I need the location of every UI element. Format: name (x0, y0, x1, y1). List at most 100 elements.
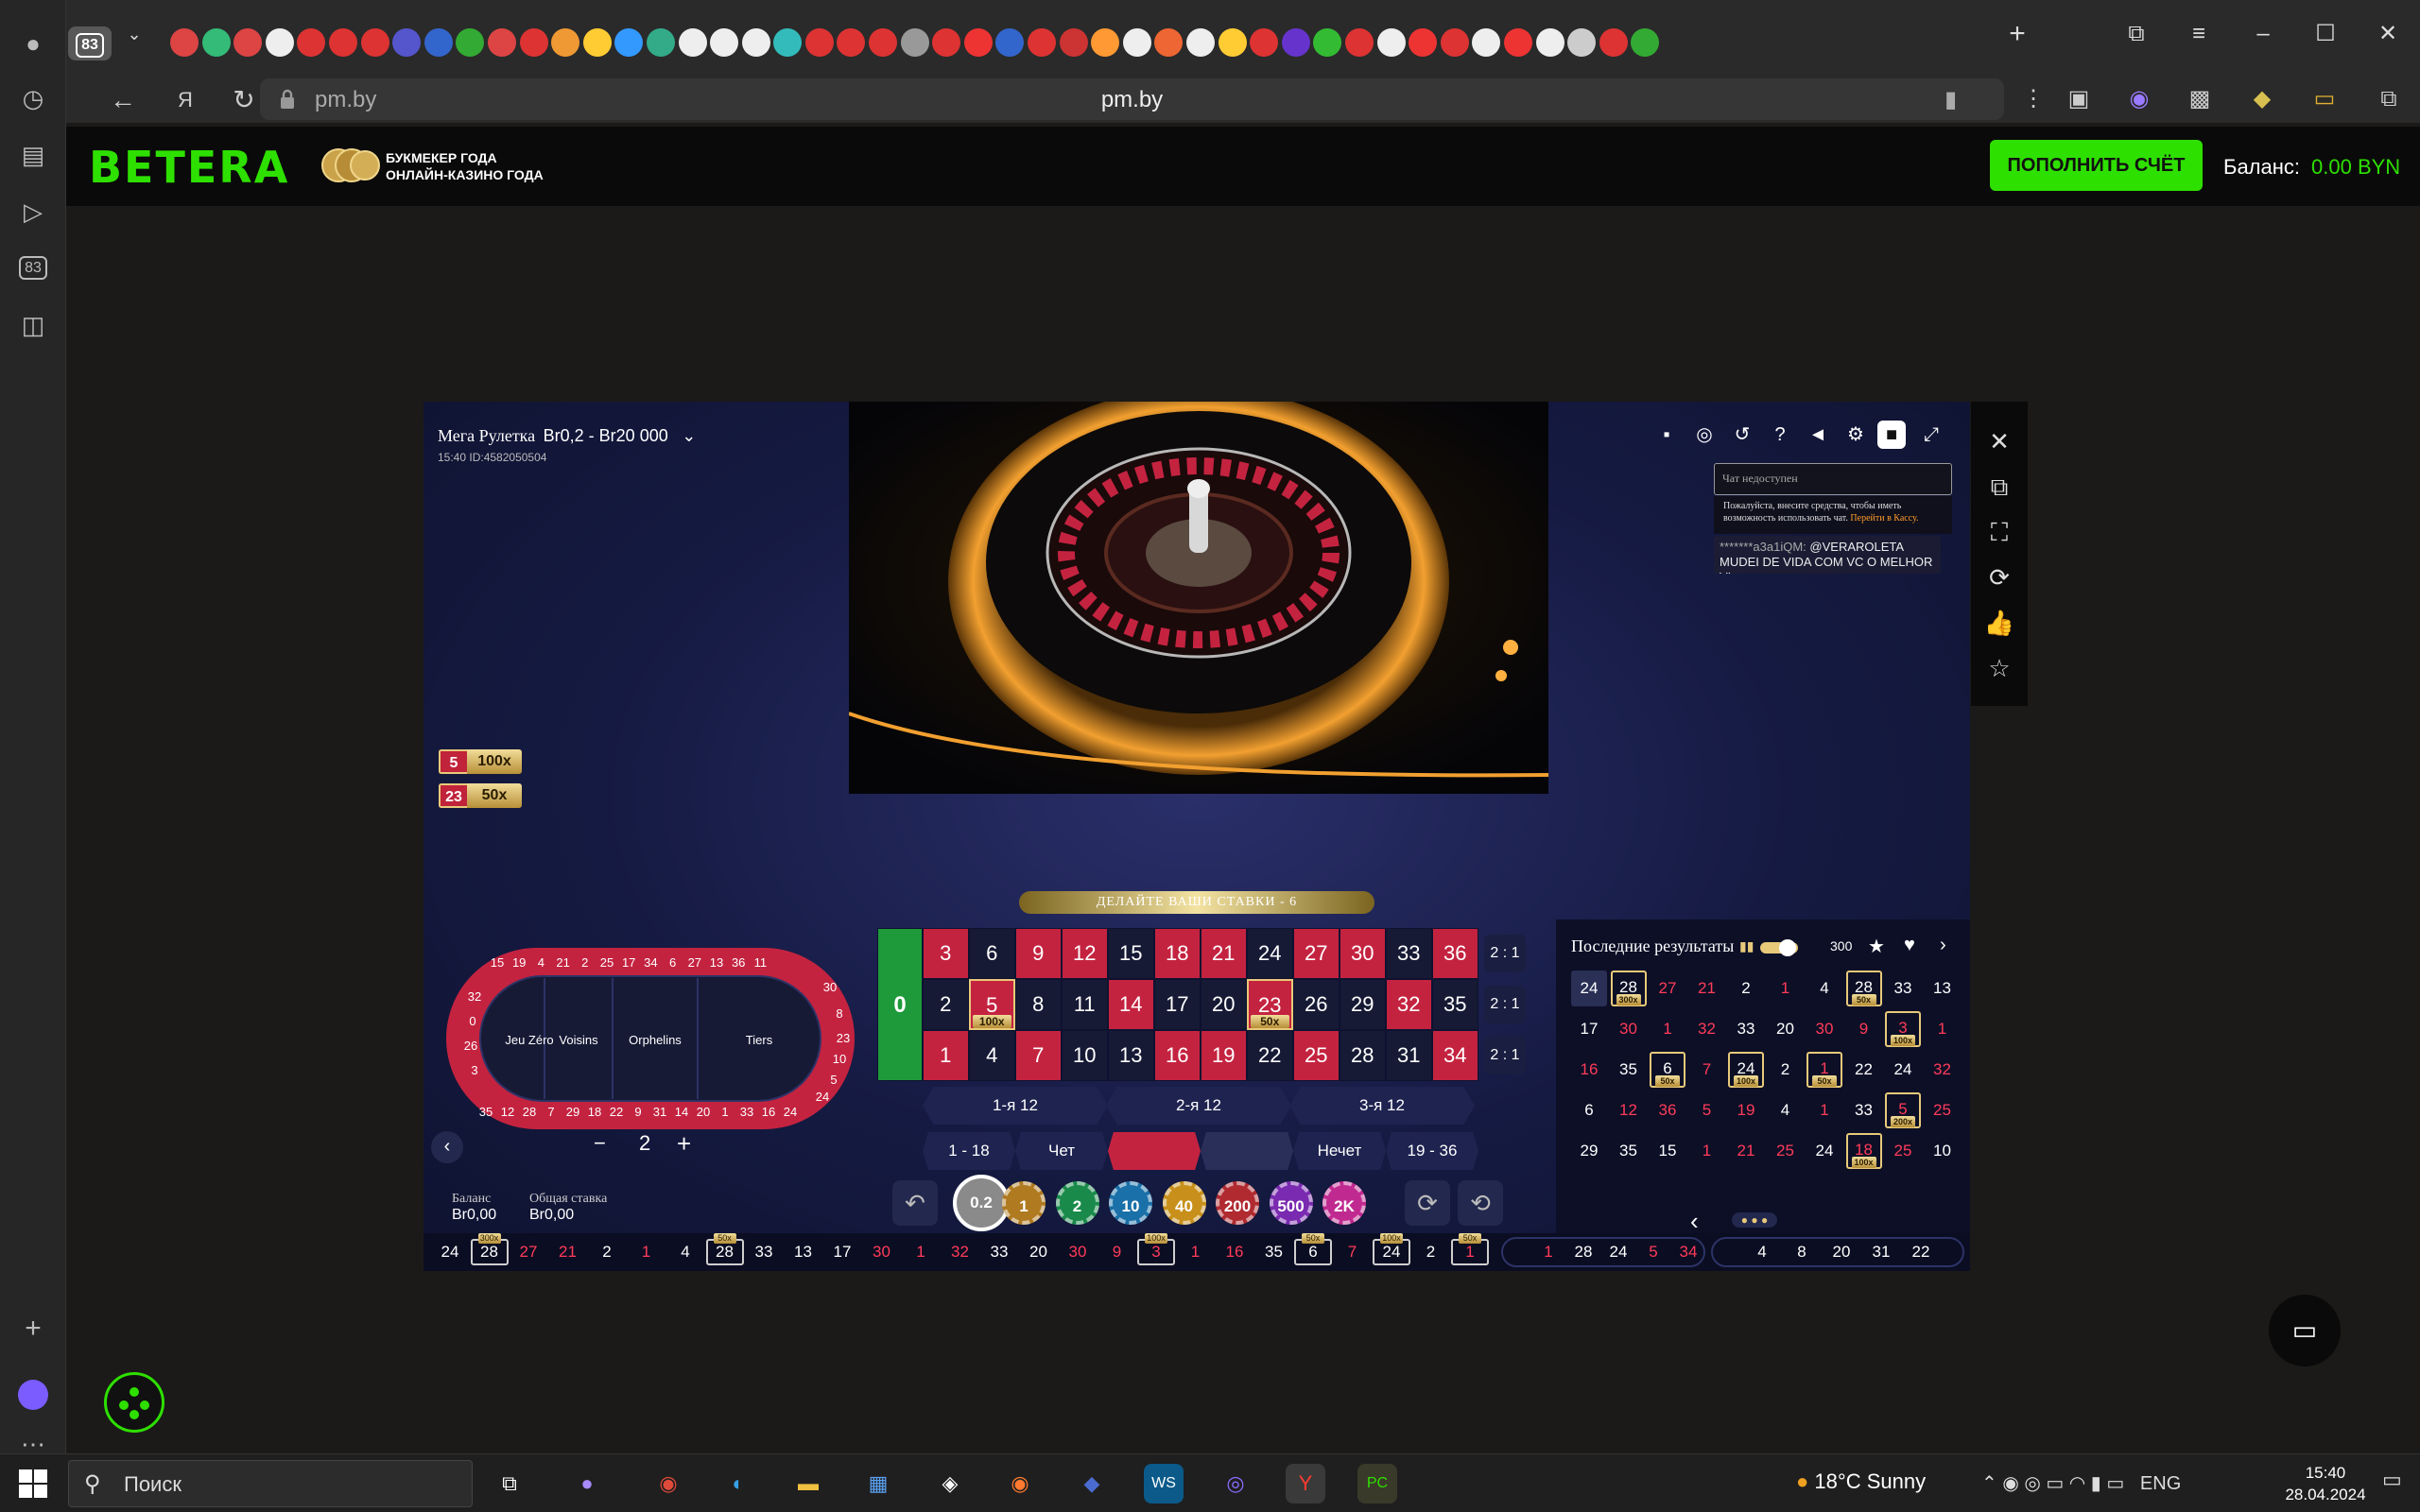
firefox-icon[interactable]: ◉ (1000, 1464, 1040, 1503)
pinned-tab-icon[interactable] (995, 28, 1025, 57)
racetrack-number[interactable]: 21 (556, 955, 569, 970)
even-bet[interactable]: Чет (1015, 1132, 1108, 1170)
store-icon[interactable]: ▦ (858, 1464, 898, 1503)
bet-cell-number[interactable]: 27 (1293, 928, 1340, 979)
racetrack-number[interactable]: 35 (479, 1105, 493, 1119)
red-bet[interactable] (1108, 1132, 1201, 1170)
racetrack-number[interactable]: 13 (710, 955, 723, 970)
extension-3-icon[interactable]: ▩ (2184, 83, 2216, 115)
like-icon[interactable]: 👍 (1980, 604, 2018, 642)
pinned-tab-icon[interactable] (487, 28, 516, 57)
racetrack-number[interactable]: 20 (697, 1105, 710, 1119)
pinned-tab-icon[interactable] (646, 28, 675, 57)
racetrack-number[interactable]: 14 (675, 1105, 688, 1119)
bet-cell-number[interactable]: 31 (1386, 1030, 1432, 1081)
weather[interactable]: ● 18°C Sunny (1796, 1469, 1926, 1494)
pinned-tab-icon[interactable] (900, 28, 929, 57)
new-tab-button[interactable]: + (1998, 15, 2036, 53)
cashier-link[interactable]: Перейти в Кассу. (1850, 513, 1918, 524)
refresh-icon[interactable]: ⟳ (1980, 558, 2018, 596)
bet-cell-zero[interactable]: 0 (877, 928, 923, 1081)
racetrack-number[interactable]: 3 (471, 1063, 477, 1077)
racetrack-number[interactable]: 2 (581, 955, 588, 970)
edge-icon[interactable]: ◐ (718, 1464, 758, 1503)
racetrack-number[interactable]: 32 (468, 989, 481, 1004)
pinned-tab-icon[interactable] (392, 28, 422, 57)
close-game-icon[interactable]: ✕ (1980, 422, 2018, 460)
bet-cell-number[interactable]: 33 (1386, 928, 1432, 979)
bet-cell-number[interactable]: 19 (1201, 1030, 1247, 1081)
bet-cell-number[interactable]: 26 (1293, 979, 1340, 1030)
chip-7[interactable]: 2K (1322, 1181, 1366, 1225)
extension-1-icon[interactable]: ▣ (2063, 83, 2095, 115)
column-bet-top[interactable]: 2 : 1 (1484, 935, 1526, 972)
extension-4-icon[interactable]: ◆ (2246, 83, 2278, 115)
bet-cell-number[interactable]: 35 (1432, 979, 1478, 1030)
taskbar-search[interactable]: Поиск ⚲ (68, 1460, 473, 1507)
bet-cell-number[interactable]: 20 (1201, 979, 1247, 1030)
tab-counter-button[interactable]: 83 (68, 26, 112, 60)
racetrack-number[interactable]: 31 (653, 1105, 666, 1119)
bet-cell-number[interactable]: 17 (1154, 979, 1201, 1030)
column-bet-middle[interactable]: 2 : 1 (1484, 986, 1526, 1023)
chip-0[interactable]: 0.2 (953, 1175, 1010, 1231)
voisins-label[interactable]: Voisins (559, 1033, 598, 1047)
racetrack-number[interactable]: 16 (762, 1105, 775, 1119)
bet-cell-number[interactable]: 5 100x (969, 979, 1015, 1030)
heart-icon[interactable]: ♥ (1904, 935, 1915, 956)
low-bet[interactable]: 1 - 18 (923, 1132, 1015, 1170)
pinned-tab-icon[interactable] (1440, 28, 1469, 57)
racetrack-number[interactable]: 10 (833, 1052, 846, 1066)
pinned-tab-icon[interactable] (837, 28, 866, 57)
pinned-tab-icon[interactable] (932, 28, 961, 57)
expand-icon[interactable]: ⛶ (1980, 513, 2018, 551)
chat-input[interactable]: Чат недоступен (1714, 463, 1952, 495)
bookmark-icon[interactable]: ▮ (1945, 86, 1957, 113)
tabs-dropdown-icon[interactable]: ⌄ (115, 15, 153, 53)
bet-cell-number[interactable]: 1 (923, 1030, 969, 1081)
bet-cell-number[interactable]: 9 (1015, 928, 1062, 979)
pinned-tab-icon[interactable] (963, 28, 993, 57)
pinned-tab-icon[interactable] (582, 28, 612, 57)
double-icon[interactable]: ⟲ (1458, 1180, 1503, 1226)
clock[interactable]: 15:40 28.04.2024 (2278, 1462, 2373, 1505)
dozen-bet-1[interactable]: 1-я 12 (923, 1087, 1108, 1125)
bet-cell-number[interactable]: 15 (1108, 928, 1154, 979)
deposit-button[interactable]: ПОПОЛНИТЬ СЧЁТ (1990, 140, 2203, 191)
chip-6[interactable]: 500 (1269, 1181, 1313, 1225)
chrome-icon[interactable]: ◉ (648, 1464, 688, 1503)
back-icon[interactable]: ← (102, 79, 144, 121)
pinned-tab-icon[interactable] (804, 28, 834, 57)
pinned-tab-icon[interactable] (1059, 28, 1088, 57)
alice-icon[interactable] (14, 1380, 52, 1418)
racetrack-number[interactable]: 1 (721, 1105, 728, 1119)
support-icon[interactable]: ◎ (1690, 421, 1719, 449)
racetrack-number[interactable]: 25 (600, 955, 614, 970)
yandex-icon[interactable]: Я (164, 79, 206, 121)
bet-cell-number[interactable]: 28 (1340, 1030, 1386, 1081)
video-icon[interactable]: ▷ (14, 193, 52, 231)
racetrack-number[interactable]: 24 (784, 1105, 797, 1119)
bet-cell-number[interactable]: 12 (1062, 928, 1108, 979)
black-bet[interactable] (1201, 1132, 1293, 1170)
back-icon[interactable]: ‹ (431, 1131, 463, 1163)
webstorm-icon[interactable]: WS (1144, 1464, 1184, 1503)
decrement-button[interactable]: − (594, 1131, 606, 1156)
yandex-browser-icon[interactable]: Y (1286, 1464, 1325, 1503)
pinned-tab-icon[interactable] (1122, 28, 1151, 57)
jeu-zero-label[interactable]: Jeu Zéro (505, 1033, 553, 1047)
fullscreen-icon[interactable]: ⤢ (1917, 421, 1945, 449)
alice-app-icon[interactable]: ● (567, 1464, 607, 1503)
pinned-tab-icon[interactable] (519, 28, 548, 57)
history-icon[interactable]: ↺ (1728, 421, 1756, 449)
increment-button[interactable]: + (677, 1129, 691, 1159)
pinned-tab-icon[interactable] (1186, 28, 1215, 57)
pinned-tab-icon[interactable] (1567, 28, 1597, 57)
racetrack-number[interactable]: 34 (644, 955, 657, 970)
bet-cell-number[interactable]: 14 (1108, 979, 1154, 1030)
pinned-tab-icon[interactable] (1599, 28, 1628, 57)
collections-icon[interactable]: ▤ (14, 136, 52, 174)
explorer-icon[interactable]: ▬ (788, 1464, 828, 1503)
racetrack-number[interactable]: 28 (523, 1105, 536, 1119)
star-icon[interactable]: ★ (1868, 935, 1885, 958)
